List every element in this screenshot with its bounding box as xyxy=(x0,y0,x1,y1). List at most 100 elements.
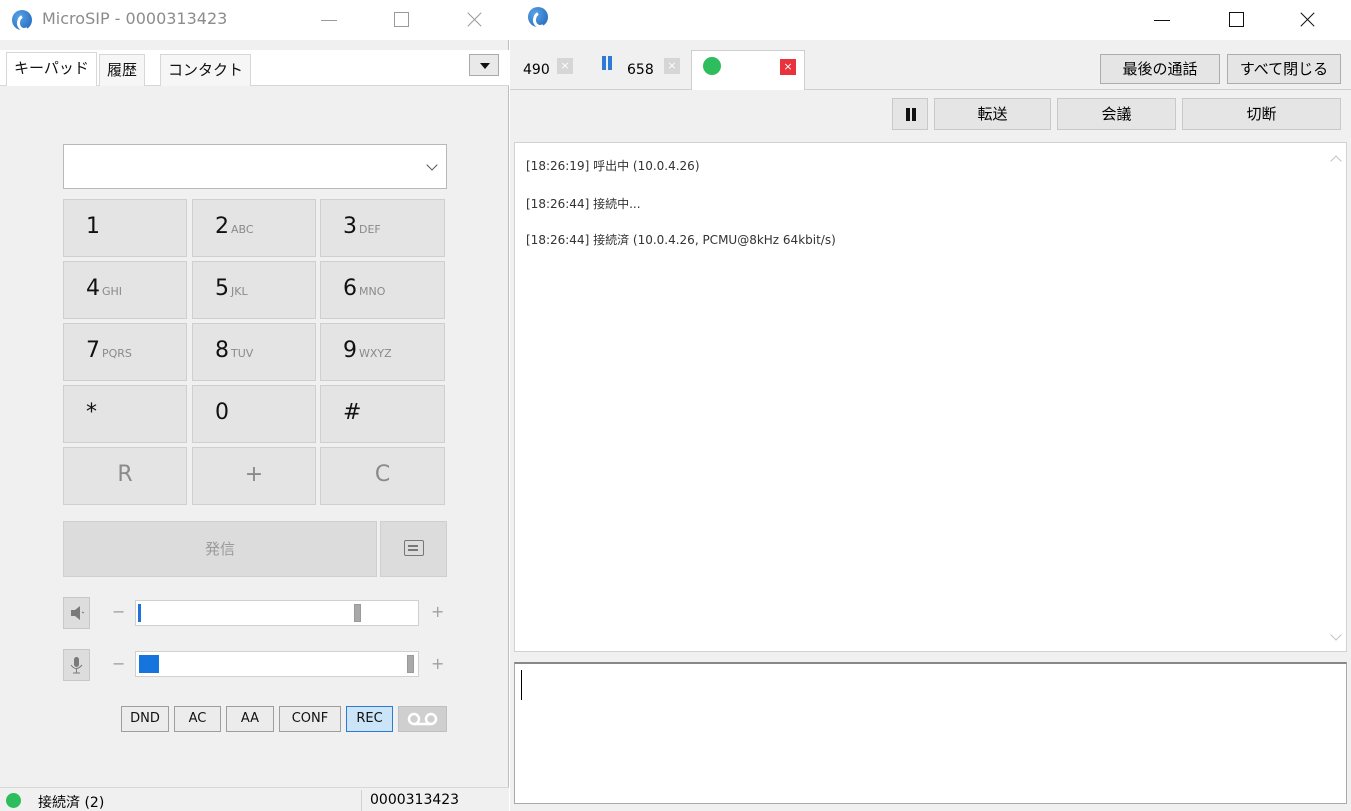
microphone-plus-label: + xyxy=(431,654,445,673)
key-0[interactable]: 0 xyxy=(192,385,316,443)
microsip-logo-icon xyxy=(12,10,32,30)
scroll-down-icon[interactable] xyxy=(1330,629,1342,641)
tab-contacts[interactable]: コンタクト xyxy=(160,54,252,86)
left-titlebar: MicroSIP - 0000313423 xyxy=(0,0,509,40)
close-button[interactable] xyxy=(1291,5,1323,33)
microphone-volume-slider[interactable] xyxy=(135,651,419,677)
last-call-button[interactable]: 最後の通話 xyxy=(1100,54,1220,84)
key-letters: WXYZ xyxy=(359,347,392,360)
log-line: [18:26:19] 呼出中 (10.0.4.26) xyxy=(526,159,700,173)
window-title: MicroSIP - 0000313423 xyxy=(42,9,228,28)
key-digit: 1 xyxy=(86,214,100,239)
key-letters: GHI xyxy=(102,285,123,298)
call-log-panel[interactable]: [18:26:19] 呼出中 (10.0.4.26) [18:26:44] 接続… xyxy=(514,142,1347,652)
speaker-mute-button[interactable] xyxy=(63,597,90,629)
tab-history[interactable]: 履歴 xyxy=(99,54,146,86)
speaker-volume-fill xyxy=(138,604,141,622)
call-tab-490[interactable]: 490 xyxy=(523,54,550,88)
key-2[interactable]: 2 ABC xyxy=(192,199,316,257)
microphone-mute-button[interactable] xyxy=(63,649,90,681)
key-digit: 2 xyxy=(215,214,229,239)
microphone-volume-fill xyxy=(139,655,159,673)
call-tab-490-close-icon[interactable]: × xyxy=(557,58,573,74)
minimize-button[interactable] xyxy=(1146,5,1178,33)
close-button[interactable] xyxy=(458,5,490,33)
transfer-button[interactable]: 転送 xyxy=(934,98,1051,130)
close-all-button[interactable]: すべて閉じる xyxy=(1227,54,1341,84)
key-star[interactable]: * xyxy=(63,385,187,443)
speaker-volume-slider[interactable] xyxy=(135,600,419,626)
key-8[interactable]: 8 TUV xyxy=(192,323,316,381)
key-digit: * xyxy=(86,400,97,425)
microsip-main-window: MicroSIP - 0000313423 キーパッド 履歴 コンタクト 1 2… xyxy=(0,0,509,811)
log-line: [18:26:44] 接続済 (10.0.4.26, PCMU@8kHz 64k… xyxy=(526,233,836,247)
log-line: [18:26:44] 接続中... xyxy=(526,197,641,211)
message-button[interactable] xyxy=(380,521,447,577)
microsip-logo-icon xyxy=(528,7,548,27)
auto-answer-button[interactable]: AA xyxy=(226,706,274,732)
conference-button[interactable]: CONF xyxy=(279,706,341,732)
tabs-dropdown-button[interactable] xyxy=(469,54,499,76)
key-4[interactable]: 4 GHI xyxy=(63,261,187,319)
key-letters: MNO xyxy=(359,285,386,298)
auto-conference-button[interactable]: AC xyxy=(174,706,221,732)
main-tabs: キーパッド 履歴 コンタクト xyxy=(0,50,509,86)
key-letters: DEF xyxy=(359,223,381,236)
call-tabs: 490 × 658 × × xyxy=(510,48,1351,90)
key-digit: 3 xyxy=(343,214,357,239)
call-tab-label: 490 xyxy=(523,62,550,78)
dial-number-combobox[interactable] xyxy=(63,144,447,189)
voicemail-icon xyxy=(407,712,438,726)
key-digit: 7 xyxy=(86,338,100,363)
hang-up-button[interactable]: 切断 xyxy=(1182,98,1341,130)
speaker-volume-thumb[interactable] xyxy=(354,604,361,622)
microphone-volume-thumb[interactable] xyxy=(407,655,414,673)
key-letters: ABC xyxy=(231,223,254,236)
key-6[interactable]: 6 MNO xyxy=(320,261,445,319)
call-tab-658[interactable]: 658 xyxy=(627,54,654,88)
key-label: R xyxy=(117,462,133,487)
minimize-button[interactable] xyxy=(313,5,345,33)
voicemail-button[interactable] xyxy=(398,706,447,732)
key-5[interactable]: 5 JKL xyxy=(192,261,316,319)
speaker-minus-label: − xyxy=(112,602,126,621)
call-tab-label: 658 xyxy=(627,62,654,78)
connected-status-icon xyxy=(6,793,21,808)
text-caret xyxy=(521,670,522,700)
phone-active-icon xyxy=(703,57,721,75)
plus-key[interactable]: + xyxy=(192,447,316,505)
key-digit: 9 xyxy=(343,338,357,363)
key-hash[interactable]: # xyxy=(320,385,445,443)
active-tab-close-icon[interactable]: × xyxy=(780,59,796,75)
key-9[interactable]: 9 WXYZ xyxy=(320,323,445,381)
conference-call-button[interactable]: 会議 xyxy=(1057,98,1176,130)
pause-icon xyxy=(602,56,613,70)
call-tab-658-close-icon[interactable]: × xyxy=(664,58,680,74)
key-digit: 8 xyxy=(215,338,229,363)
key-7[interactable]: 7 PQRS xyxy=(63,323,187,381)
redial-button[interactable]: R xyxy=(63,447,187,505)
maximize-button[interactable] xyxy=(1220,5,1252,33)
call-button[interactable]: 発信 xyxy=(63,521,377,577)
connection-status: 接続済 (2) xyxy=(38,795,105,811)
message-input[interactable] xyxy=(514,662,1347,804)
account-number[interactable]: 0000313423 xyxy=(361,790,479,811)
clear-button[interactable]: C xyxy=(320,447,445,505)
speaker-icon xyxy=(71,606,85,620)
call-tab-active[interactable]: × xyxy=(691,50,805,90)
tab-keypad[interactable]: キーパッド xyxy=(6,52,97,86)
key-1[interactable]: 1 xyxy=(63,199,187,257)
microphone-minus-label: − xyxy=(112,654,126,673)
key-label: C xyxy=(374,462,391,487)
key-digit: 5 xyxy=(215,276,229,301)
hold-button[interactable] xyxy=(892,98,928,130)
dnd-button[interactable]: DND xyxy=(121,706,169,732)
record-button[interactable]: REC xyxy=(346,706,393,732)
key-label: + xyxy=(244,462,264,487)
key-3[interactable]: 3 DEF xyxy=(320,199,445,257)
scroll-up-icon[interactable] xyxy=(1330,155,1342,167)
chevron-down-icon[interactable] xyxy=(426,159,438,171)
microphone-icon xyxy=(70,657,83,674)
maximize-button[interactable] xyxy=(385,5,417,33)
key-digit: 0 xyxy=(215,400,229,425)
